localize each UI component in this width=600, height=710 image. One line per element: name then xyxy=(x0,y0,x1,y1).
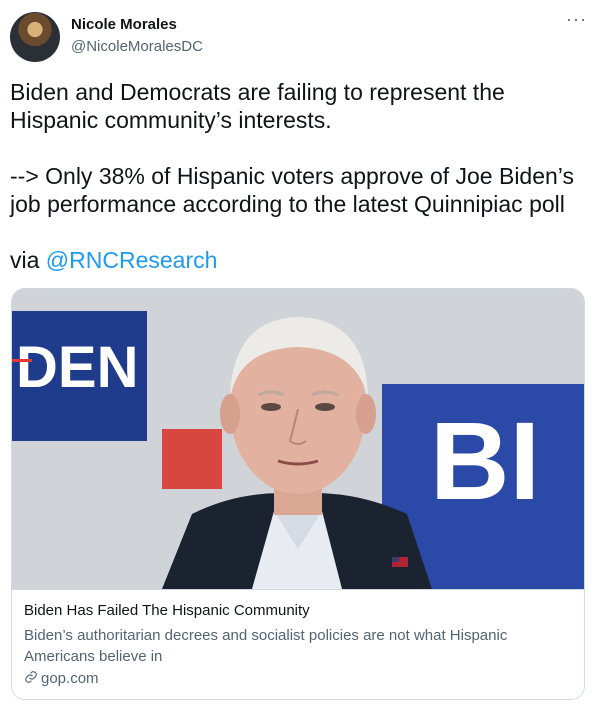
author-handle[interactable]: @NicoleMoralesDC xyxy=(71,38,203,55)
tweet-paragraph: Biden and Democrats are failing to repre… xyxy=(10,79,505,133)
tweet-paragraph: via @RNCResearch xyxy=(10,246,595,274)
card-domain[interactable]: gop.com xyxy=(24,670,99,688)
card-title[interactable]: Biden Has Failed The Hispanic Community xyxy=(24,602,310,619)
sign-text-right: BI xyxy=(430,400,540,523)
tweet-text: Biden and Democrats are failing to repre… xyxy=(10,78,595,274)
card-image[interactable]: DEN BI xyxy=(12,289,584,589)
link-icon xyxy=(24,670,38,688)
author-name[interactable]: Nicole Morales xyxy=(71,16,177,33)
card-description: Biden’s authoritarian decrees and social… xyxy=(24,627,508,665)
card-photo: DEN BI xyxy=(12,289,584,589)
mention-link[interactable]: @RNCResearch xyxy=(46,247,218,273)
card-meta[interactable]: Biden Has Failed The Hispanic Community … xyxy=(12,589,584,699)
tweet-paragraph: --> Only 38% of Hispanic voters approve … xyxy=(10,163,575,217)
sign-text-left: DEN xyxy=(16,335,138,400)
via-prefix: via xyxy=(10,247,46,273)
card-domain-text: gop.com xyxy=(41,670,99,687)
link-card[interactable]: DEN BI Biden Has Failed The Hispanic Com… xyxy=(11,288,585,700)
more-icon[interactable]: ··· xyxy=(566,10,586,34)
tweet[interactable]: Nicole Morales @NicoleMoralesDC ··· Bide… xyxy=(0,0,600,710)
avatar[interactable] xyxy=(10,12,60,62)
